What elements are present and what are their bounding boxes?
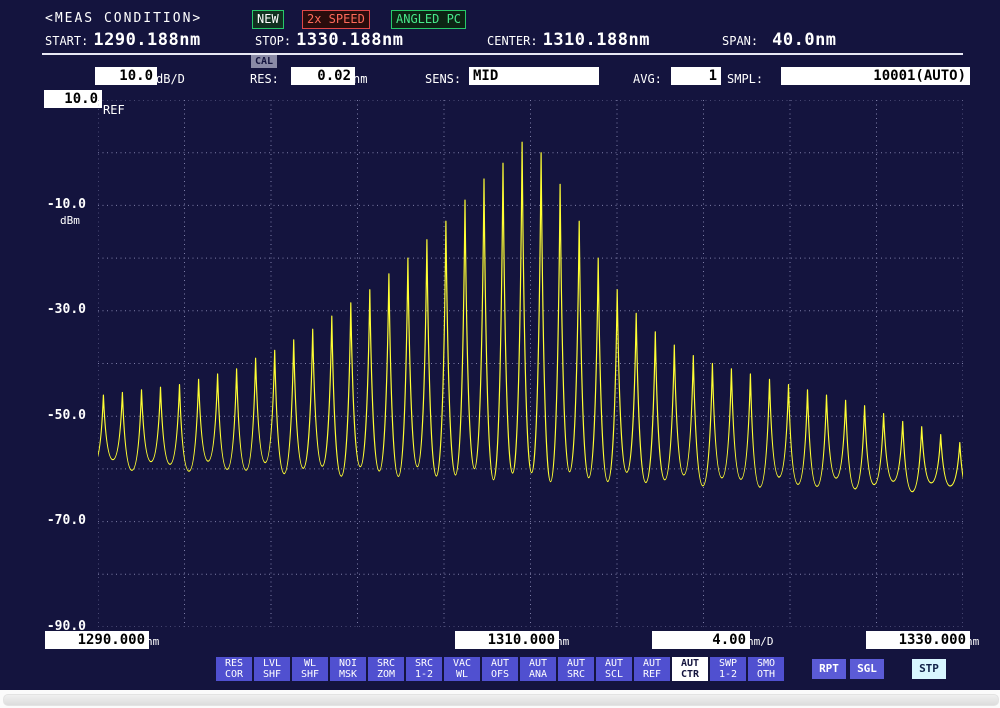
cal-badge: CAL — [251, 55, 277, 68]
softkey-noi-msk[interactable]: NOIMSK — [330, 657, 366, 681]
softkey-src-zom[interactable]: SRCZOM — [368, 657, 404, 681]
sgl-key[interactable]: SGL — [850, 659, 884, 679]
osa-screen: <MEAS CONDITION> NEW 2x SPEED ANGLED PC … — [0, 0, 1000, 690]
y-axis-label: -70.0 — [47, 513, 86, 528]
spectrum-chart — [98, 100, 963, 627]
x-per-div-unit: nm/D — [747, 635, 774, 648]
avg-box: 1 — [671, 67, 721, 85]
stop-value: 1330.188nm — [296, 30, 403, 50]
softkey-aut-src[interactable]: AUTSRC — [558, 657, 594, 681]
span-label: SPAN: — [722, 34, 758, 48]
sens-label: SENS: — [425, 72, 461, 86]
res-label: RES: — [250, 72, 279, 86]
x-center-box: 1310.000 — [455, 631, 559, 649]
stop-wavelength-readout: STOP: 1330.188nm — [255, 30, 403, 50]
smpl-label: SMPL: — [727, 72, 763, 86]
smpl-box: 10001(AUTO) — [781, 67, 970, 85]
horizontal-scrollbar[interactable] — [3, 694, 999, 706]
center-label: CENTER: — [487, 34, 538, 48]
y-axis-label: -10.0 — [47, 197, 86, 212]
page-bottom-strip — [0, 690, 1000, 708]
speed-badge: 2x SPEED — [302, 10, 370, 29]
stop-label: STOP: — [255, 34, 291, 48]
center-wavelength-readout: CENTER: 1310.188nm — [487, 30, 650, 50]
y-axis-label: -50.0 — [47, 408, 86, 423]
sens-box: MID — [469, 67, 599, 85]
softkey-smo-oth[interactable]: SMOOTH — [748, 657, 784, 681]
softkey-wl-shf[interactable]: WLSHF — [292, 657, 328, 681]
stp-key[interactable]: STP — [912, 659, 946, 679]
softkey-src-1-2[interactable]: SRC1-2 — [406, 657, 442, 681]
y-axis-unit: dBm — [60, 214, 80, 227]
span-value: 40.0nm — [772, 30, 836, 50]
angled-pc-badge: ANGLED PC — [391, 10, 466, 29]
db-per-div-unit: dB/D — [156, 72, 185, 86]
softkey-aut-ofs[interactable]: AUTOFS — [482, 657, 518, 681]
y-axis: -10.0-30.0-50.0-70.0-90.0 — [30, 0, 94, 690]
res-box: 0.02 — [291, 67, 355, 85]
y-axis-label: -30.0 — [47, 302, 86, 317]
softkey-res-cor[interactable]: RESCOR — [216, 657, 252, 681]
softkey-lvl-shf[interactable]: LVLSHF — [254, 657, 290, 681]
x-left-unit: nm — [146, 635, 159, 648]
softkey-aut-ref[interactable]: AUTREF — [634, 657, 670, 681]
x-left-box: 1290.000 — [45, 631, 149, 649]
x-right-unit: nm — [966, 635, 979, 648]
start-value: 1290.188nm — [93, 30, 200, 50]
res-unit: nm — [353, 72, 367, 86]
header-divider — [42, 53, 963, 55]
softkey-vac-wl[interactable]: VACWL — [444, 657, 480, 681]
ref-label: REF — [103, 103, 125, 117]
softkey-menu: RESCORLVLSHFWLSHFNOIMSKSRCZOMSRC1-2VACWL… — [216, 657, 784, 681]
x-per-div-box: 4.00 — [652, 631, 750, 649]
avg-label: AVG: — [633, 72, 662, 86]
x-right-box: 1330.000 — [866, 631, 970, 649]
softkey-swp-1-2[interactable]: SWP1-2 — [710, 657, 746, 681]
center-value: 1310.188nm — [543, 30, 650, 50]
softkey-aut-scl[interactable]: AUTSCL — [596, 657, 632, 681]
softkey-aut-ana[interactable]: AUTANA — [520, 657, 556, 681]
chart-grid — [98, 100, 963, 627]
new-badge: NEW — [252, 10, 284, 29]
db-per-div-box: 10.0 — [95, 67, 157, 85]
rpt-key[interactable]: RPT — [812, 659, 846, 679]
softkey-aut-ctr[interactable]: AUTCTR — [672, 657, 708, 681]
x-center-unit: nm — [556, 635, 569, 648]
span-readout: SPAN: 40.0nm — [722, 30, 837, 50]
